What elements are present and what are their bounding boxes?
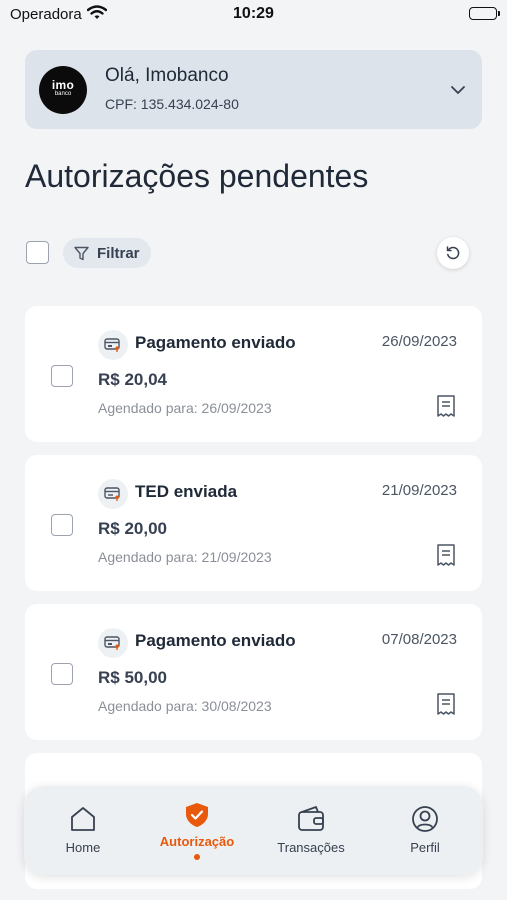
select-all-checkbox[interactable] — [26, 241, 49, 264]
transaction-date: 26/09/2023 — [381, 333, 457, 350]
refresh-icon — [446, 246, 460, 260]
receipt-icon[interactable] — [436, 543, 456, 572]
transaction-card[interactable]: Pagamento enviado 07/08/2023 R$ 50,00 Ag… — [25, 604, 482, 740]
page-title: Autorizações pendentes — [25, 158, 369, 194]
status-bar: Operadora 10:29 — [0, 0, 507, 30]
transaction-title: Pagamento enviado — [135, 631, 296, 650]
refresh-button[interactable] — [437, 237, 469, 269]
nav-autorizacao-label: Autorização — [159, 834, 235, 849]
transaction-amount: R$ 20,00 — [98, 519, 167, 538]
clock: 10:29 — [233, 5, 274, 22]
battery-icon — [469, 7, 500, 20]
nav-perfil-label: Perfil — [410, 840, 440, 855]
transaction-scheduled: Agendado para: 21/09/2023 — [98, 549, 272, 565]
nav-home-label: Home — [65, 840, 101, 855]
transaction-scheduled: Agendado para: 26/09/2023 — [98, 400, 272, 416]
filter-button[interactable]: Filtrar — [63, 238, 151, 268]
transaction-date: 21/09/2023 — [381, 482, 457, 499]
chevron-down-icon[interactable] — [450, 82, 466, 100]
user-icon — [410, 805, 440, 838]
bottom-navigation: Home Autorização Transações Perfil — [24, 786, 483, 875]
receipt-icon[interactable] — [436, 692, 456, 721]
transaction-amount: R$ 50,00 — [98, 668, 167, 687]
payment-sent-icon — [98, 330, 128, 360]
greeting: Olá, Imobanco — [105, 65, 229, 86]
transfer-sent-icon — [98, 479, 128, 509]
cpf-text: CPF: 135.434.024-80 — [105, 96, 239, 112]
transaction-title: Pagamento enviado — [135, 333, 296, 352]
filter-label: Filtrar — [97, 245, 140, 262]
transaction-title: TED enviada — [135, 482, 238, 501]
receipt-icon[interactable] — [436, 394, 456, 423]
transaction-scheduled: Agendado para: 30/08/2023 — [98, 698, 272, 714]
wallet-icon — [296, 805, 326, 838]
nav-perfil[interactable]: Perfil — [375, 786, 475, 875]
transaction-date: 07/08/2023 — [381, 631, 457, 648]
bank-logo: imo banco — [39, 66, 87, 114]
filter-icon — [73, 245, 90, 266]
payment-sent-icon — [98, 628, 128, 658]
account-selector[interactable]: imo banco Olá, Imobanco CPF: 135.434.024… — [25, 50, 482, 129]
nav-transacoes-label: Transações — [277, 840, 345, 855]
transaction-checkbox[interactable] — [51, 663, 73, 685]
nav-transacoes[interactable]: Transações — [261, 786, 361, 875]
nav-home[interactable]: Home — [33, 786, 133, 875]
nav-autorizacao[interactable]: Autorização — [147, 786, 247, 875]
active-indicator-dot — [194, 854, 200, 860]
shield-check-icon — [182, 801, 212, 834]
transaction-card[interactable]: Pagamento enviado 26/09/2023 R$ 20,04 Ag… — [25, 306, 482, 442]
home-icon — [68, 805, 98, 838]
transaction-checkbox[interactable] — [51, 514, 73, 536]
transaction-amount: R$ 20,04 — [98, 370, 167, 389]
transaction-checkbox[interactable] — [51, 365, 73, 387]
transaction-card[interactable]: TED enviada 21/09/2023 R$ 20,00 Agendado… — [25, 455, 482, 591]
